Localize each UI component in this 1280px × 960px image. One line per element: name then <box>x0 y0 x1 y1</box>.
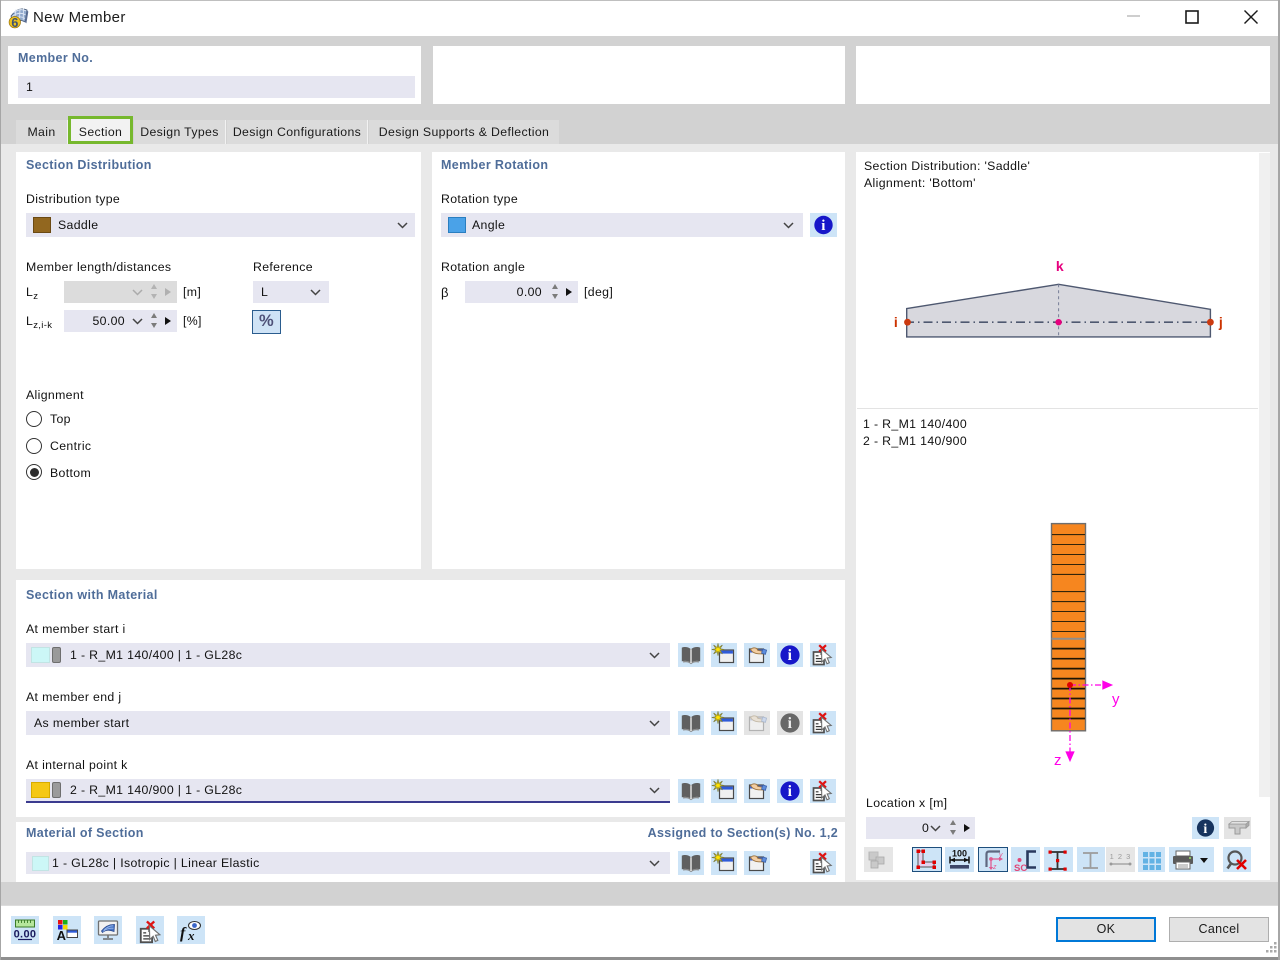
svg-text:i: i <box>1203 822 1207 837</box>
svg-text:1 2 3: 1 2 3 <box>1110 852 1132 861</box>
svg-text:x: x <box>187 928 195 943</box>
svg-text:6: 6 <box>11 16 18 30</box>
svg-text:100: 100 <box>952 849 967 859</box>
svg-text:i: i <box>821 218 826 234</box>
svg-text:SC: SC <box>1014 863 1027 872</box>
svg-text:i: i <box>894 314 898 330</box>
svg-text:0.00: 0.00 <box>14 929 37 941</box>
svg-text:j: j <box>1218 314 1223 330</box>
svg-text:y: y <box>998 852 1003 859</box>
svg-text:f: f <box>180 925 187 942</box>
svg-text:k: k <box>1056 258 1064 274</box>
svg-text:z: z <box>992 864 997 870</box>
svg-text:y: y <box>1112 691 1120 708</box>
svg-text:z: z <box>1054 752 1062 769</box>
svg-text:A: A <box>57 928 67 943</box>
